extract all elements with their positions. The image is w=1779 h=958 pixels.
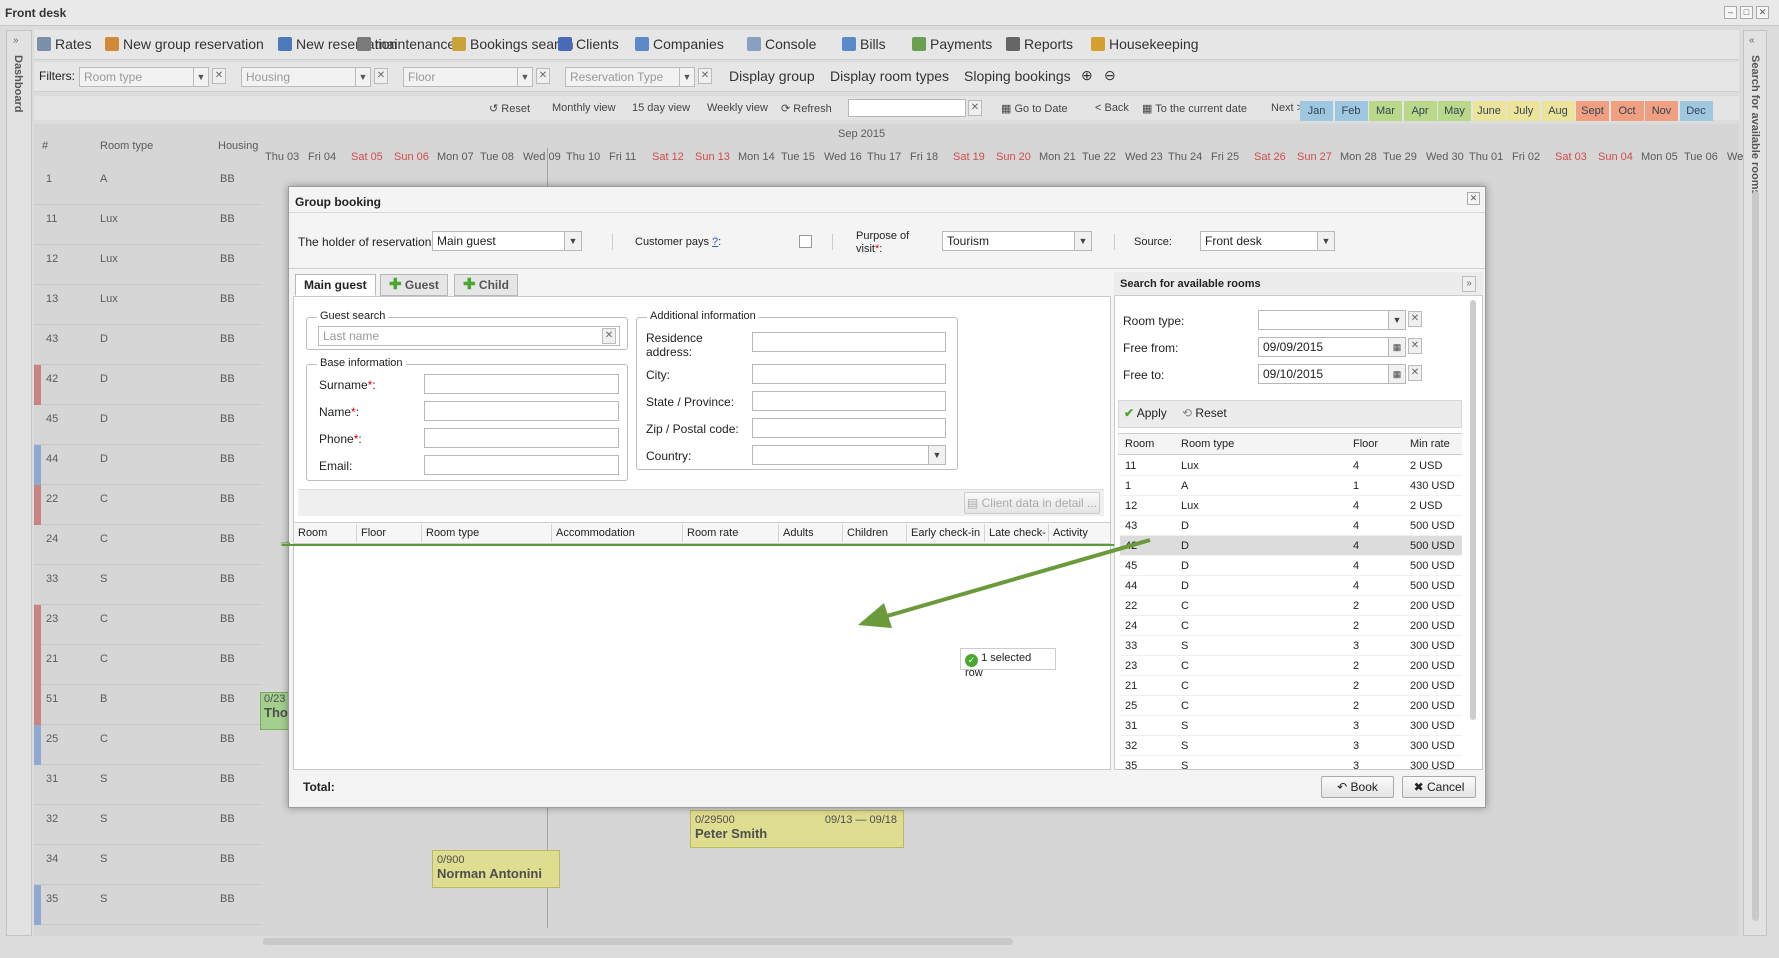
drag-arrow-shaft	[879, 538, 1151, 620]
drag-arrow-annotation	[858, 538, 1151, 628]
drag-arrow-head	[858, 603, 892, 628]
